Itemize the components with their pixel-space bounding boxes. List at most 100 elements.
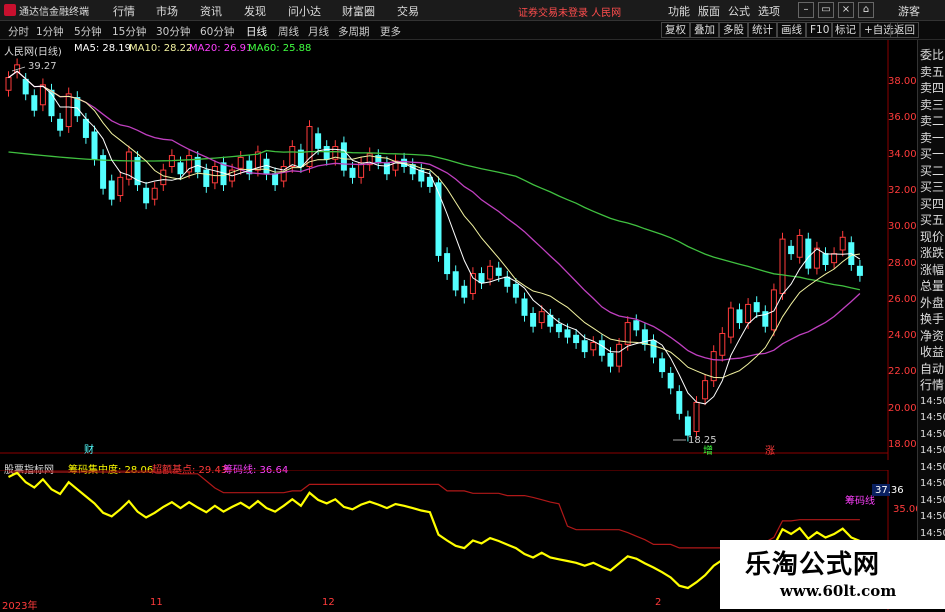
side-panel-item[interactable]: 买二 <box>920 164 944 178</box>
side-panel-item[interactable]: 14:50 <box>920 510 945 524</box>
side-panel-item[interactable]: 现价 <box>920 230 944 244</box>
period-tick[interactable]: 分时 <box>8 24 29 39</box>
candle-body <box>667 372 674 389</box>
side-panel-item[interactable]: 14:50 <box>920 527 945 541</box>
candle-body <box>779 238 786 295</box>
side-panel-item[interactable]: 外盘 <box>920 296 944 310</box>
candle-body <box>805 238 812 269</box>
menu-news[interactable]: 资讯 <box>200 3 222 19</box>
kline-chart[interactable]: 39.27 18.25 财 增 涨 <box>0 40 890 460</box>
side-panel-item[interactable]: 涨跌 <box>920 246 944 260</box>
candle-body <box>469 273 476 295</box>
side-panel-item[interactable]: 收益 <box>920 345 944 359</box>
side-panel-item[interactable]: 卖四 <box>920 81 944 95</box>
price-tick: 26.00 <box>888 293 917 305</box>
candle-body <box>796 234 803 258</box>
menu-ask[interactable]: 问小达 <box>288 3 321 19</box>
candle-body <box>143 187 150 204</box>
candle-body <box>607 352 614 367</box>
candle-body <box>289 146 296 167</box>
menu-options[interactable]: 选项 <box>758 3 780 19</box>
side-panel-item[interactable]: 换手 <box>920 312 944 326</box>
period-1min[interactable]: 1分钟 <box>36 24 64 39</box>
period-30min[interactable]: 30分钟 <box>156 24 190 39</box>
menu-wealth[interactable]: 财富圈 <box>342 3 375 19</box>
candle-body <box>461 285 468 298</box>
close-icon[interactable]: × <box>838 2 854 18</box>
period-5min[interactable]: 5分钟 <box>74 24 102 39</box>
side-panel-item[interactable]: 卖二 <box>920 114 944 128</box>
candle-body <box>650 340 657 358</box>
side-panel-item[interactable]: 净资 <box>920 329 944 343</box>
candle-body <box>770 289 777 331</box>
candle-body <box>237 156 244 169</box>
title-bar: 通达信金融终端 行情 市场 资讯 发现 问小达 财富圈 交易 证券交易未登录 人… <box>0 0 945 21</box>
menu-formula[interactable]: 公式 <box>728 3 750 19</box>
candle-body <box>31 95 38 111</box>
side-panel-item[interactable]: 14:50 <box>920 428 945 442</box>
side-panel-item[interactable]: 买三 <box>920 180 944 194</box>
side-panel-item[interactable]: 买四 <box>920 197 944 211</box>
marker-finance: 财 <box>84 443 94 456</box>
candle-body <box>856 265 863 276</box>
candle-body <box>753 302 760 313</box>
back-button[interactable]: 返回 <box>890 22 919 38</box>
side-panel-item[interactable]: 自动 <box>920 362 944 376</box>
restore-icon[interactable]: ▭ <box>818 2 834 18</box>
side-panel-item[interactable]: 14:50 <box>920 395 945 409</box>
draw-line-button[interactable]: 画线 <box>777 22 806 38</box>
candle-body <box>831 253 838 264</box>
time-label-nov: 11 <box>150 597 163 608</box>
menu-market[interactable]: 市场 <box>156 3 178 19</box>
candle-body <box>581 340 588 353</box>
f10-button[interactable]: F10 <box>806 22 834 38</box>
period-monthly[interactable]: 月线 <box>308 24 329 39</box>
lock-icon[interactable]: ⌂ <box>858 2 874 18</box>
side-panel-item[interactable]: 14:50 <box>920 461 945 475</box>
side-panel-item[interactable]: 买五 <box>920 213 944 227</box>
side-panel-item[interactable]: 卖三 <box>920 98 944 112</box>
candle-body <box>117 176 124 197</box>
overlay-button[interactable]: 叠加 <box>690 22 719 38</box>
period-60min[interactable]: 60分钟 <box>200 24 234 39</box>
price-tick: 36.00 <box>888 112 917 124</box>
side-panel-item[interactable]: 买一 <box>920 147 944 161</box>
price-tick: 32.00 <box>888 184 917 196</box>
side-panel-item[interactable]: 14:50 <box>920 444 945 458</box>
side-panel-item[interactable]: 总量 <box>920 279 944 293</box>
mark-button[interactable]: 标记 <box>831 22 860 38</box>
candle-body <box>315 133 322 149</box>
candle-body <box>676 391 683 414</box>
period-more[interactable]: 更多 <box>380 24 401 39</box>
side-panel-item[interactable]: 行情 <box>920 378 944 392</box>
menu-trade[interactable]: 交易 <box>397 3 419 19</box>
menu-function[interactable]: 功能 <box>668 3 690 19</box>
side-panel-item[interactable]: 卖一 <box>920 131 944 145</box>
candle-body <box>624 322 631 345</box>
side-panel-item[interactable]: 卖五 <box>920 65 944 79</box>
period-multi[interactable]: 多周期 <box>338 24 370 39</box>
menu-discover[interactable]: 发现 <box>244 3 266 19</box>
candle-body <box>211 165 218 184</box>
side-panel-item[interactable]: 14:50 <box>920 411 945 425</box>
multi-stock-button[interactable]: 多股 <box>719 22 748 38</box>
side-panel-item[interactable]: 14:50 <box>920 494 945 508</box>
minimize-icon[interactable]: – <box>798 2 814 18</box>
period-15min[interactable]: 15分钟 <box>112 24 146 39</box>
stats-button[interactable]: 统计 <box>748 22 777 38</box>
candle-body <box>530 313 537 327</box>
price-tick: 38.00 <box>888 76 917 87</box>
price-tick: 24.00 <box>888 330 917 342</box>
menu-layout[interactable]: 版面 <box>698 3 720 19</box>
menu-quotes[interactable]: 行情 <box>113 3 135 19</box>
adjust-button[interactable]: 复权 <box>661 22 690 38</box>
login-notice[interactable]: 证券交易未登录 人民网 <box>518 4 621 19</box>
time-label-feb: 2 <box>655 597 662 608</box>
period-daily[interactable]: 日线 <box>246 24 267 39</box>
side-panel-item[interactable]: 涨幅 <box>920 263 944 277</box>
guest-label[interactable]: 游客 <box>898 3 920 19</box>
candle-body <box>736 309 743 324</box>
side-panel-item[interactable]: 14:50 <box>920 477 945 491</box>
period-weekly[interactable]: 周线 <box>278 24 299 39</box>
side-panel-item[interactable]: 委比 <box>920 48 944 62</box>
